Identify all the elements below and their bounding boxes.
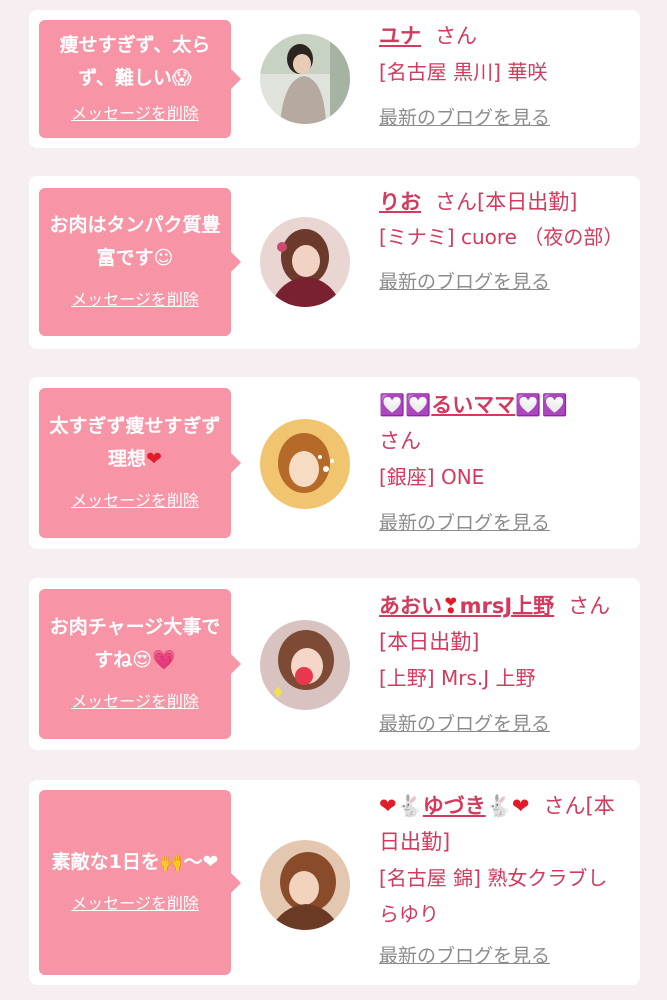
cast-name-line: 💟💟るいママ💟💟 さん: [379, 387, 626, 459]
cast-name-line: りお さん[本日出勤]: [379, 184, 626, 220]
list-item: 太すぎず痩せすぎず理想❤ メッセージを削除 💟💟るいママ💟💟 さん [銀座] ON…: [29, 377, 640, 549]
avatar[interactable]: [260, 840, 350, 930]
list-item: 素敵な1日を🙌〜❤ メッセージを削除 ❤🐇ゆづき🐇❤ さん[本日出勤] [名古屋 …: [29, 780, 640, 985]
message-bubble: 素敵な1日を🙌〜❤ メッセージを削除: [39, 790, 241, 975]
message-bubble: お肉はタンパク質豊富です☺ メッセージを削除: [39, 188, 241, 336]
heart-emoji-icon: ❤: [146, 448, 162, 470]
cast-name-link[interactable]: ゆづき: [423, 794, 486, 818]
cast-name-line: ユナ さん: [379, 18, 626, 54]
avatar[interactable]: [260, 620, 350, 710]
message-text: 太すぎず痩せすぎず理想❤: [49, 415, 221, 470]
shop-info: [名古屋 黒川] 華咲: [379, 60, 548, 84]
heart-box-icon: 💟💟: [515, 393, 568, 417]
avatar[interactable]: [260, 217, 350, 307]
shop-info: [ミナミ] cuore （夜の部）: [379, 225, 624, 249]
honorific: さん: [379, 429, 421, 453]
list-item: 痩せすぎず、太らず、難しい😱 メッセージを削除 ユナ さん [名古屋 黒川] 華咲…: [29, 10, 640, 148]
raised-hands-emoji-icon: 🙌〜❤: [159, 851, 219, 873]
cast-name-line: ❤🐇ゆづき🐇❤ さん[本日出勤]: [379, 788, 626, 860]
cast-name-link[interactable]: るいママ: [431, 393, 515, 417]
cast-info: あおい❣mrsJ上野 さん[本日出勤] [上野] Mrs.J 上野 最新のブログを…: [379, 588, 626, 742]
heart-exclamation-icon: ❣: [442, 594, 460, 618]
delete-message-link[interactable]: メッセージを削除: [47, 687, 223, 717]
cast-name-link[interactable]: ユナ: [379, 24, 421, 48]
message-list: 痩せすぎず、太らず、難しい😱 メッセージを削除 ユナ さん [名古屋 黒川] 華咲…: [0, 0, 667, 1000]
message-bubble: お肉チャージ大事ですね😍💗 メッセージを削除: [39, 589, 241, 739]
honorific: さん: [435, 24, 477, 48]
delete-message-link[interactable]: メッセージを削除: [47, 486, 223, 516]
latest-blog-link[interactable]: 最新のブログを見る: [379, 938, 626, 974]
delete-message-link[interactable]: メッセージを削除: [47, 285, 223, 315]
shock-emoji-icon: 😱: [171, 67, 192, 89]
cast-name-line: あおい❣mrsJ上野 さん[本日出勤]: [379, 588, 626, 660]
latest-blog-link[interactable]: 最新のブログを見る: [379, 706, 626, 742]
shop-info: [名古屋 錦] 熟女クラブしらゆり: [379, 866, 608, 926]
message-bubble: 太すぎず痩せすぎず理想❤ メッセージを削除: [39, 388, 241, 538]
cast-info: りお さん[本日出勤] [ミナミ] cuore （夜の部） 最新のブログを見る: [379, 184, 626, 300]
message-text: お肉チャージ大事ですね😍💗: [49, 616, 221, 671]
heart-rabbit-icon: ❤🐇: [379, 794, 423, 818]
message-bubble: 痩せすぎず、太らず、難しい😱 メッセージを削除: [39, 20, 241, 138]
heart-box-icon: 💟💟: [379, 393, 432, 417]
honorific: さん[本日出勤]: [435, 190, 578, 214]
message-text: 素敵な1日を🙌〜❤: [51, 851, 219, 873]
latest-blog-link[interactable]: 最新のブログを見る: [379, 100, 626, 136]
shop-info: [上野] Mrs.J 上野: [379, 666, 536, 690]
cast-name-link[interactable]: りお: [379, 190, 421, 214]
message-text: お肉はタンパク質豊富です☺: [49, 214, 221, 269]
message-text: 痩せすぎず、太らず、難しい😱: [59, 34, 211, 89]
avatar[interactable]: [260, 419, 350, 509]
list-item: お肉チャージ大事ですね😍💗 メッセージを削除 あおい❣mrsJ上野 さん[本日出勤…: [29, 578, 640, 750]
rabbit-heart-icon: 🐇❤: [485, 794, 530, 818]
cast-info: ❤🐇ゆづき🐇❤ さん[本日出勤] [名古屋 錦] 熟女クラブしらゆり 最新のブログ…: [379, 788, 626, 974]
avatar[interactable]: [260, 34, 350, 124]
delete-message-link[interactable]: メッセージを削除: [47, 889, 223, 919]
cast-name-link[interactable]: あおい❣mrsJ上野: [379, 594, 554, 618]
smile-emoji-icon: ☺: [153, 247, 174, 269]
cast-info: ユナ さん [名古屋 黒川] 華咲 最新のブログを見る: [379, 18, 626, 136]
heart-eyes-emoji-icon: 😍💗: [132, 649, 176, 671]
cast-info: 💟💟るいママ💟💟 さん [銀座] ONE 最新のブログを見る: [379, 387, 626, 541]
shop-info: [銀座] ONE: [379, 465, 485, 489]
list-item: お肉はタンパク質豊富です☺ メッセージを削除 りお さん[本日出勤] [ミナミ] …: [29, 176, 640, 349]
latest-blog-link[interactable]: 最新のブログを見る: [379, 505, 626, 541]
delete-message-link[interactable]: メッセージを削除: [47, 99, 223, 129]
latest-blog-link[interactable]: 最新のブログを見る: [379, 264, 626, 300]
